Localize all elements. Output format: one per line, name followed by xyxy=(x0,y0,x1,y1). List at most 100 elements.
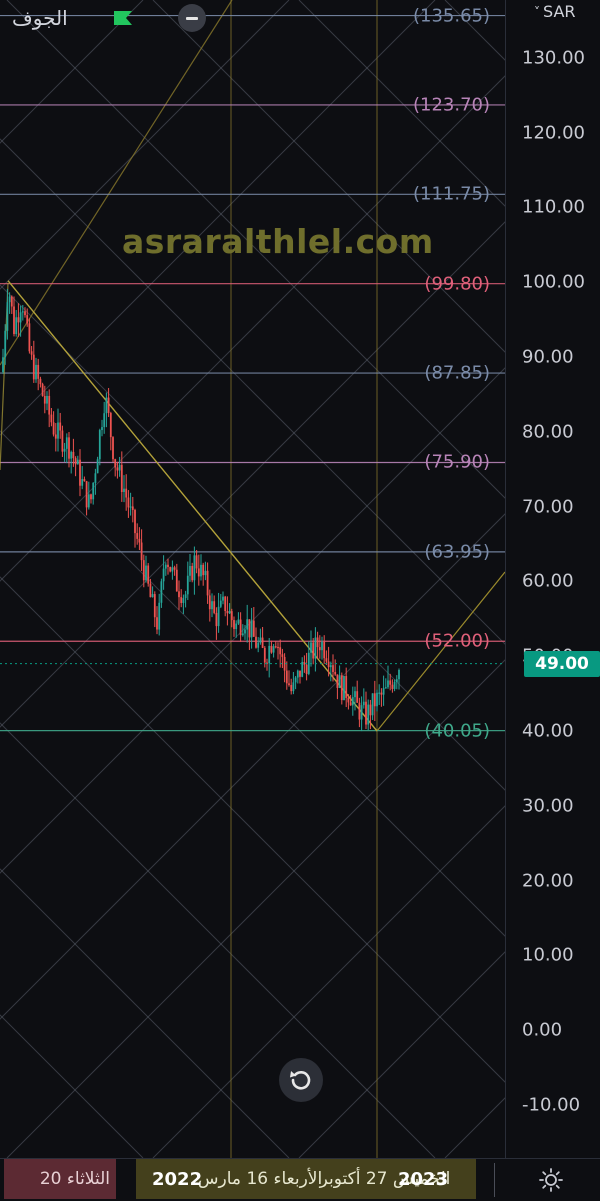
candle-body xyxy=(127,497,130,508)
candle-body xyxy=(252,620,255,637)
chart-drawing[interactable] xyxy=(0,0,505,1158)
candle-body xyxy=(35,364,37,380)
candle-body xyxy=(105,397,108,414)
candle-body xyxy=(373,693,376,707)
candle-body xyxy=(8,296,11,303)
reset-chart-button[interactable] xyxy=(279,1058,323,1102)
candle-body xyxy=(167,564,169,567)
candle-body xyxy=(48,395,51,415)
candle-body xyxy=(37,364,40,379)
minimize-button[interactable] xyxy=(178,4,206,32)
candle-body xyxy=(76,459,79,465)
candle-body xyxy=(327,661,330,668)
candle-body xyxy=(380,692,383,695)
candle-body xyxy=(30,351,33,355)
currency-selector[interactable]: ˅ SAR xyxy=(534,2,576,21)
candle-body xyxy=(378,692,381,694)
price-axis[interactable]: ˅ SAR 130.00 120.00 110.00 100.00 90.00 80.00… xyxy=(505,0,600,1158)
symbol-name[interactable]: الجوف xyxy=(12,6,68,30)
candle-body xyxy=(250,620,253,638)
candle-body xyxy=(367,704,370,725)
candle-body xyxy=(123,488,125,493)
candle-body xyxy=(19,312,22,323)
candle-body xyxy=(351,697,354,706)
time-label-text: 2022 xyxy=(152,1168,203,1190)
candle-body xyxy=(204,570,207,576)
candle-body xyxy=(171,567,174,572)
time-axis[interactable]: الثلاثاء 20 الأربعاء 16 مارس الخميس 27 أ… xyxy=(0,1158,600,1201)
candle-body xyxy=(393,681,396,689)
candle-body xyxy=(15,317,18,335)
candle-body xyxy=(356,691,359,703)
candle-body xyxy=(129,506,132,508)
candle-body xyxy=(230,611,233,621)
candle-body xyxy=(153,594,156,618)
candle-body xyxy=(149,583,152,598)
candle-body xyxy=(202,564,205,576)
candle-body xyxy=(87,494,90,508)
candle-body xyxy=(274,646,277,648)
sun-icon[interactable] xyxy=(538,1167,564,1193)
grid-line xyxy=(444,0,505,61)
candle-body xyxy=(107,397,110,413)
chart-canvas[interactable]: (135.65) (123.70) (111.75) (99.80) (87.85) (7… xyxy=(0,0,505,1158)
candle-body xyxy=(41,384,44,396)
candle-body xyxy=(145,565,147,581)
candle-body xyxy=(321,641,323,651)
candle-body xyxy=(272,646,275,653)
grid-line xyxy=(6,0,505,499)
price-tick-label: 70.00 xyxy=(522,496,574,518)
candle-body xyxy=(261,637,264,648)
candle-body xyxy=(237,619,240,624)
candle-body xyxy=(200,564,202,577)
last-price-badge: 49.00 xyxy=(524,650,600,677)
candle-body xyxy=(305,664,308,674)
candle-body xyxy=(371,693,374,716)
candle-body xyxy=(389,680,392,685)
price-tick-label: 90.00 xyxy=(522,346,574,368)
time-label-date-20: الثلاثاء 20 xyxy=(4,1159,116,1199)
candle-body xyxy=(61,430,64,452)
candle-body xyxy=(206,570,209,596)
price-tick-label: 120.00 xyxy=(522,122,585,144)
candle-body xyxy=(211,601,213,610)
candle-body xyxy=(279,647,282,655)
candle-body xyxy=(83,479,86,482)
top-bar: الجوف xyxy=(0,0,505,36)
price-tick-label: 0.00 xyxy=(522,1019,563,1041)
candle-body xyxy=(349,702,352,706)
grid-line xyxy=(0,722,436,1158)
fib-level-label: (40.05) xyxy=(424,720,490,742)
price-tick-label: 40.00 xyxy=(522,720,574,742)
fib-level-label: (75.90) xyxy=(424,451,490,473)
candle-body xyxy=(138,538,141,543)
candle-body xyxy=(270,645,273,653)
candle-body xyxy=(219,600,222,607)
price-tick-label: 10.00 xyxy=(522,944,574,966)
candle-body xyxy=(382,688,385,695)
candle-body xyxy=(74,458,77,465)
candle-body xyxy=(189,565,191,576)
candle-body xyxy=(28,323,31,352)
candle-body xyxy=(68,437,70,459)
candle-body xyxy=(310,642,312,653)
candle-body xyxy=(384,687,387,689)
time-label-text: الأربعاء 16 مارس xyxy=(197,1169,323,1189)
price-tick-label: 110.00 xyxy=(522,196,585,218)
candle-body xyxy=(50,414,53,423)
candle-body xyxy=(162,568,165,582)
candle-body xyxy=(13,306,15,335)
candle-body xyxy=(70,451,73,459)
candle-body xyxy=(299,670,301,677)
time-label-text: الثلاثاء 20 xyxy=(39,1169,110,1189)
candle-body xyxy=(296,670,299,678)
candle-body xyxy=(343,676,345,701)
candle-body xyxy=(345,676,348,698)
grid-line xyxy=(298,0,505,207)
candle-body xyxy=(81,479,84,486)
candle-body xyxy=(332,665,334,672)
price-tick-label: 30.00 xyxy=(522,795,574,817)
candle-body xyxy=(118,464,121,471)
candle-body xyxy=(175,569,178,592)
candle-body xyxy=(173,567,176,570)
